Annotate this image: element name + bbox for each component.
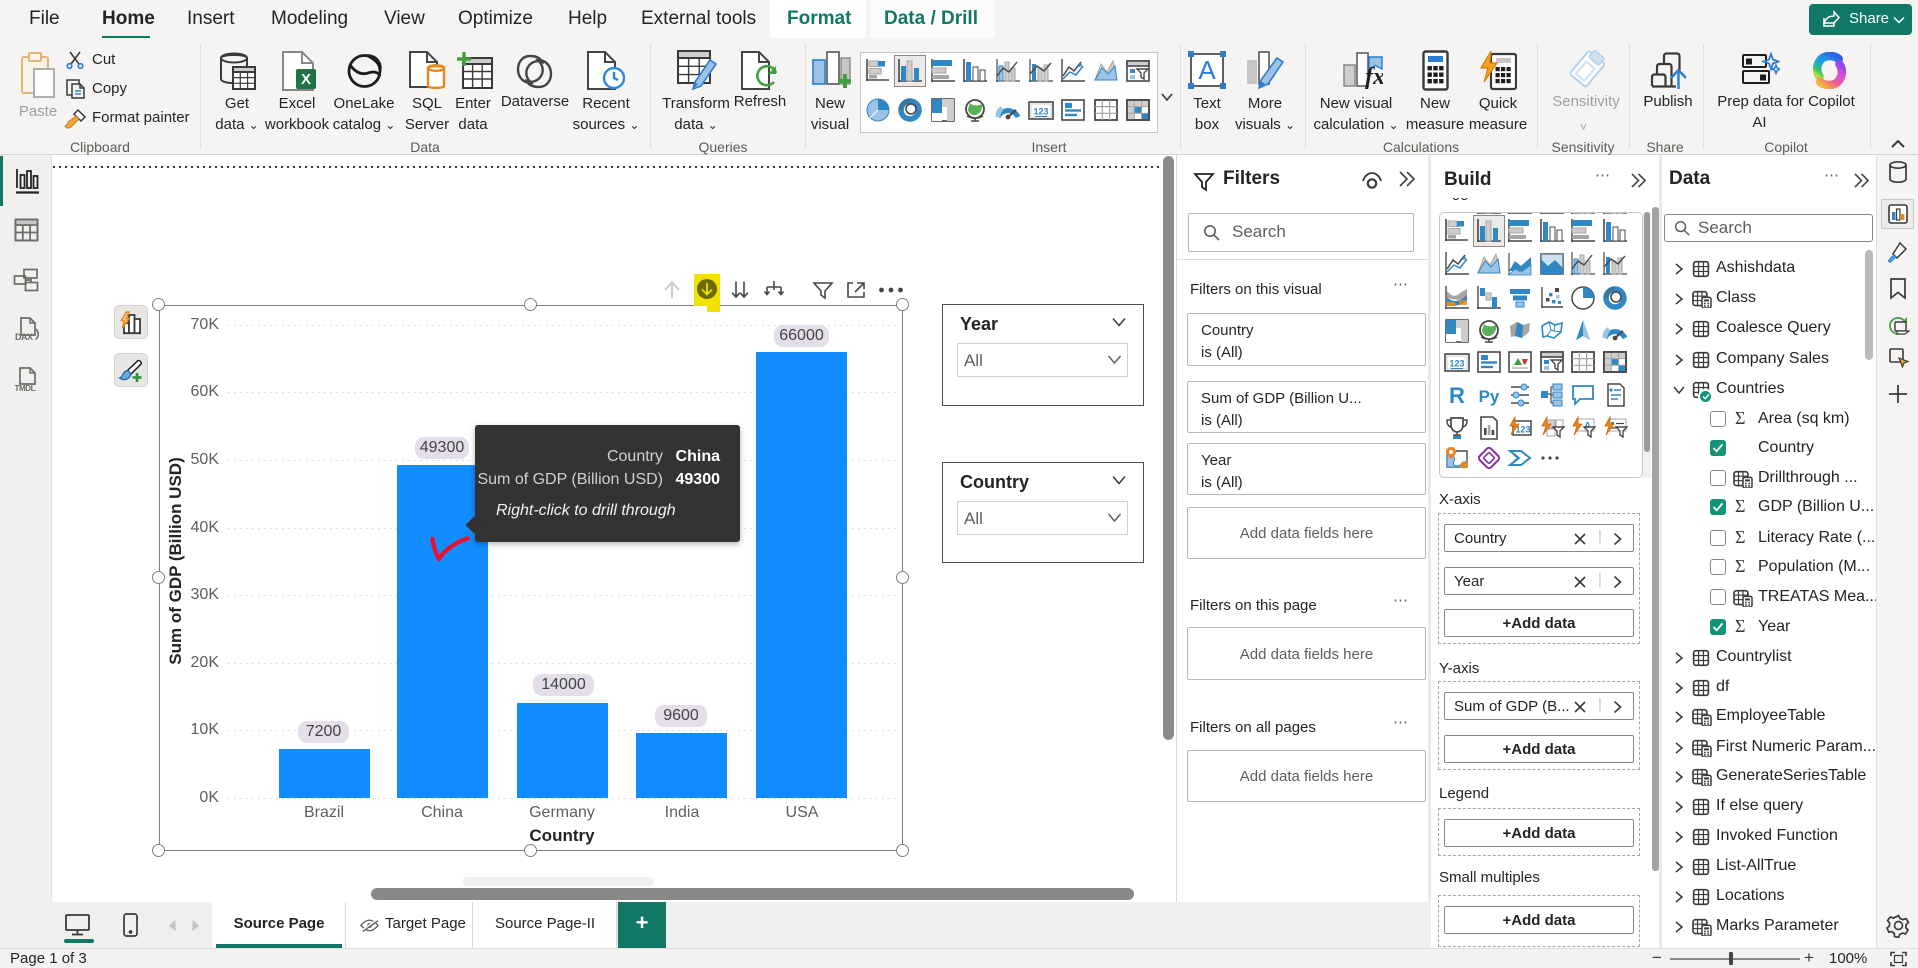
svg-text:123: 123 bbox=[1449, 359, 1464, 369]
svg-text:DAX: DAX bbox=[15, 332, 33, 342]
svg-text:Py: Py bbox=[1479, 387, 1500, 406]
svg-text:X: X bbox=[301, 71, 311, 88]
svg-text:R: R bbox=[1449, 383, 1465, 408]
svg-text:TMDL: TMDL bbox=[15, 384, 36, 393]
svg-text:A: A bbox=[1198, 55, 1216, 85]
svg-text:123: 123 bbox=[1033, 107, 1048, 117]
svg-text:fx: fx bbox=[1365, 64, 1383, 90]
